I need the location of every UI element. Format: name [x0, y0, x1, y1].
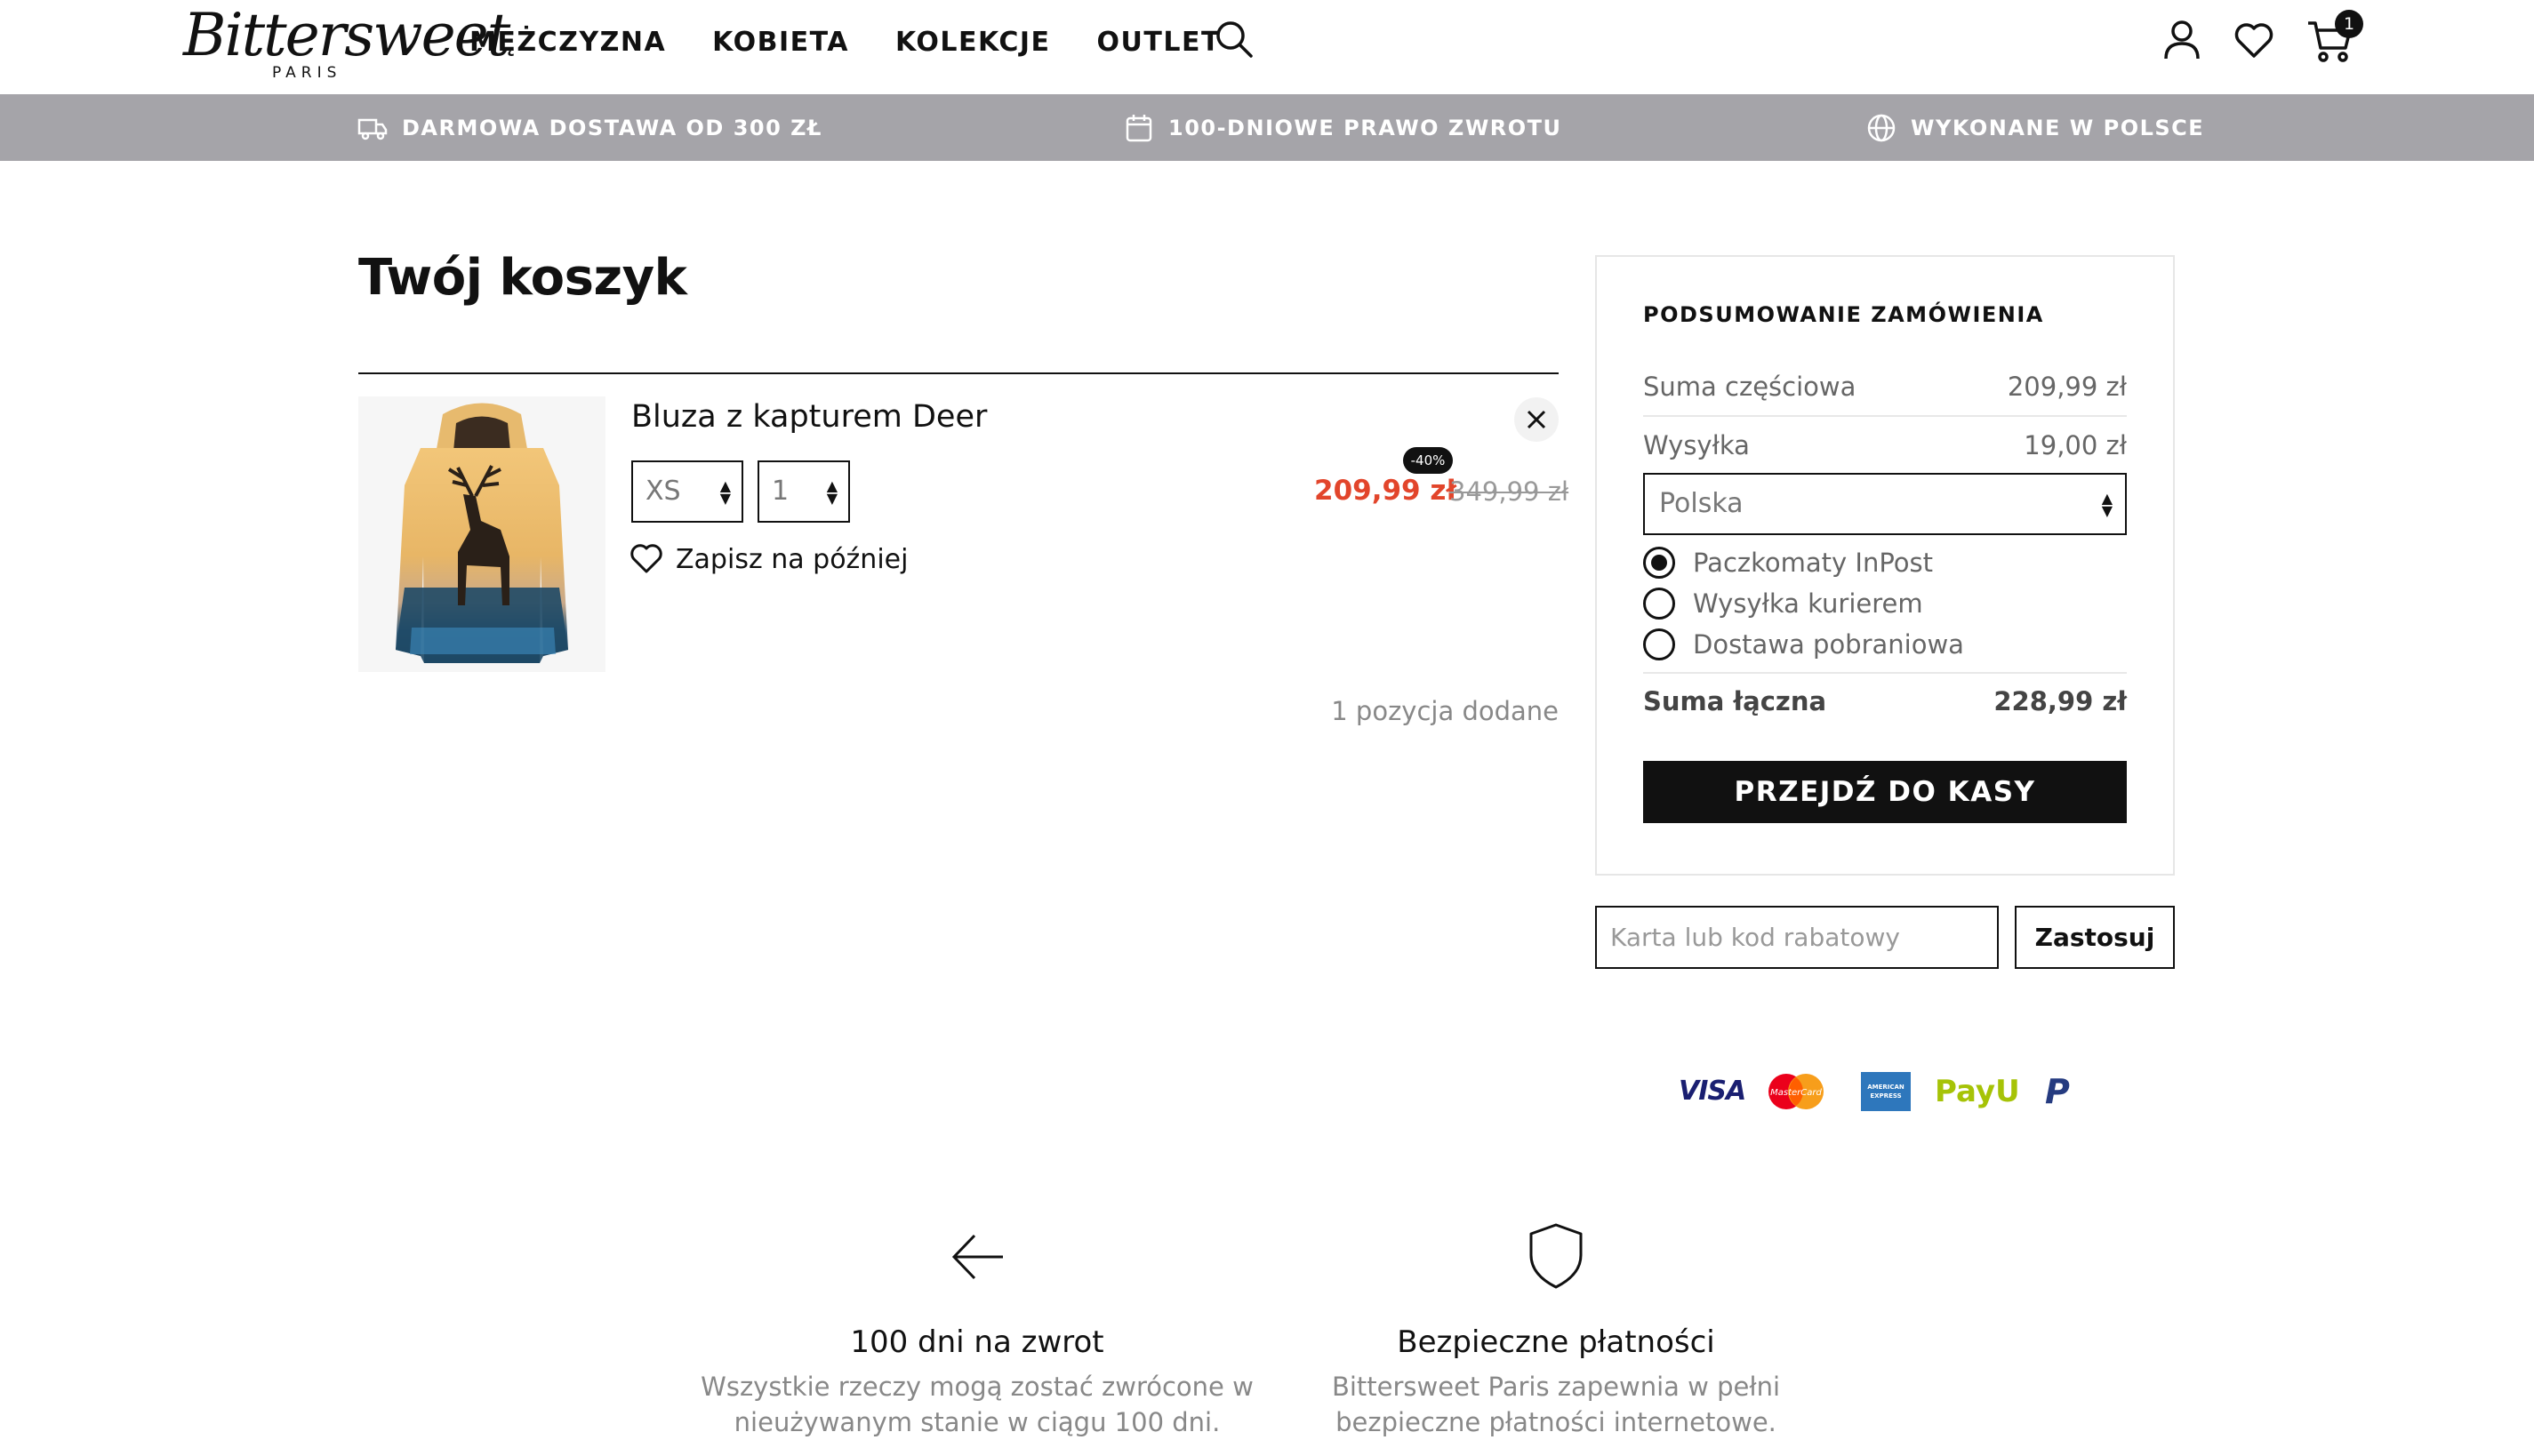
quantity-value: 1: [772, 476, 790, 507]
account-icon[interactable]: [2162, 20, 2201, 60]
shipping-option-label: Dostawa pobraniowa: [1693, 629, 1964, 660]
product-name[interactable]: Bluza z kapturem Deer: [631, 399, 987, 435]
subtotal-label: Suma częściowa: [1643, 372, 1856, 402]
mastercard-text: MasterCard: [1770, 1088, 1822, 1098]
close-icon: [1527, 410, 1546, 429]
apply-coupon-button[interactable]: Zastosuj: [2015, 906, 2175, 969]
shipping-value: 19,00 zł: [2024, 430, 2127, 460]
country-value: Polska: [1659, 488, 1744, 519]
nav-item-men[interactable]: MĘŻCZYZNA: [469, 27, 666, 58]
feature-title: 100 dni na zwrot: [850, 1324, 1104, 1360]
amex-logo: AMERICAN EXPRESS: [1861, 1067, 1911, 1116]
divider: [1643, 415, 2127, 417]
shipping-row: Wysyłka 19,00 zł: [1643, 430, 2127, 460]
calendar-icon: [1126, 114, 1152, 141]
shield-icon: [1526, 1220, 1586, 1291]
nav-item-women[interactable]: KOBIETA: [712, 27, 849, 58]
total-label: Suma łączna: [1643, 686, 1827, 716]
size-value: XS: [646, 476, 681, 507]
nav-item-outlet[interactable]: OUTLET: [1097, 27, 1221, 58]
globe-icon: [1867, 114, 1896, 141]
shipping-option-label: Paczkomaty InPost: [1693, 548, 1934, 578]
size-select[interactable]: XS ▲ ▼: [631, 460, 743, 523]
benefits-bar: DARMOWA DOSTAWA OD 300 ZŁ 100-DNIOWE PRA…: [0, 94, 2534, 161]
discount-badge: -40%: [1403, 447, 1453, 474]
mastercard-logo: MasterCard: [1764, 1067, 1828, 1116]
feature-title: Bezpieczne płatności: [1397, 1324, 1715, 1360]
save-for-later-button[interactable]: Zapisz na później: [629, 542, 908, 576]
shipping-option-inpost[interactable]: Paczkomaty InPost: [1643, 547, 1933, 579]
benefit-label: WYKONANE W POLSCE: [1911, 115, 2205, 140]
divider: [358, 372, 1559, 374]
cart-count-badge: 1: [2335, 10, 2363, 38]
remove-item-button[interactable]: [1514, 397, 1559, 442]
coupon-input[interactable]: Karta lub kod rabatowy: [1595, 906, 1999, 969]
benefit-free-shipping: DARMOWA DOSTAWA OD 300 ZŁ: [357, 94, 822, 161]
arrow-left-icon: [948, 1227, 1008, 1298]
quantity-select[interactable]: 1 ▲ ▼: [758, 460, 850, 523]
radio-icon: [1643, 628, 1675, 660]
total-value: 228,99 zł: [1993, 686, 2127, 716]
logo-script: Bittersweet: [183, 1, 510, 69]
feature-description-line1: Bittersweet Paris zapewnia w pełni: [1331, 1372, 1781, 1402]
main-nav: MĘŻCZYZNA KOBIETA KOLEKCJE OUTLET: [469, 27, 1221, 58]
checkout-button[interactable]: PRZEJDŹ DO KASY: [1643, 761, 2127, 823]
select-arrows-icon: ▲ ▼: [826, 477, 838, 507]
cart-items-count: 1 pozycja dodane: [1331, 696, 1559, 726]
paypal-logo: P: [2045, 1072, 2070, 1111]
benefit-label: DARMOWA DOSTAWA OD 300 ZŁ: [402, 115, 822, 140]
shipping-label: Wysyłka: [1643, 430, 1750, 460]
site-header: Bittersweet PARIS MĘŻCZYZNA KOBIETA KOLE…: [0, 0, 2534, 94]
shipping-option-label: Wysyłka kurierem: [1693, 588, 1923, 619]
country-select[interactable]: Polska ▲ ▼: [1643, 473, 2127, 535]
subtotal-value: 209,99 zł: [2007, 372, 2127, 402]
heart-icon: [630, 544, 662, 573]
amex-text: AMERICAN EXPRESS: [1861, 1072, 1911, 1111]
benefit-returns: 100-DNIOWE PRAWO ZWROTU: [1124, 94, 1562, 161]
feature-description-line2: nieużywanym stanie w ciągu 100 dni.: [734, 1407, 1221, 1437]
search-icon[interactable]: [1215, 20, 1254, 59]
select-arrows-icon: ▲ ▼: [719, 477, 731, 507]
total-row: Suma łączna 228,99 zł: [1643, 686, 2127, 716]
visa-logo: VISA: [1679, 1076, 1746, 1107]
shipping-option-cod[interactable]: Dostawa pobraniowa: [1643, 628, 1964, 660]
sale-price: 209,99 zł: [1314, 475, 1456, 507]
nav-item-collections[interactable]: KOLEKCJE: [895, 27, 1051, 58]
page-title: Twój koszyk: [358, 249, 687, 307]
divider: [1643, 672, 2127, 674]
payu-logo: PayU: [1935, 1074, 2020, 1109]
subtotal-row: Suma częściowa 209,99 zł: [1643, 372, 2127, 402]
radio-icon: [1643, 588, 1675, 620]
original-price: 349,99 zł: [1449, 476, 1569, 507]
shipping-option-courier[interactable]: Wysyłka kurierem: [1643, 588, 1923, 620]
benefit-made-in-poland: WYKONANE W POLSCE: [1866, 94, 2204, 161]
radio-selected-icon: [1643, 547, 1675, 579]
feature-description-line2: bezpieczne płatności internetowe.: [1335, 1407, 1776, 1437]
logo[interactable]: Bittersweet PARIS: [183, 0, 510, 89]
truck-icon: [357, 118, 388, 140]
wishlist-heart-icon[interactable]: [2233, 21, 2274, 59]
feature-description-line1: Wszystkie rzeczy mogą zostać zwrócone w: [701, 1372, 1254, 1402]
logo-subtitle: PARIS: [272, 64, 342, 82]
select-arrows-icon: ▲ ▼: [2101, 490, 2113, 519]
product-image[interactable]: [358, 396, 605, 672]
save-for-later-label: Zapisz na później: [676, 543, 909, 575]
benefit-label: 100-DNIOWE PRAWO ZWROTU: [1168, 115, 1562, 140]
order-summary-title: PODSUMOWANIE ZAMÓWIENIA: [1643, 302, 2044, 327]
